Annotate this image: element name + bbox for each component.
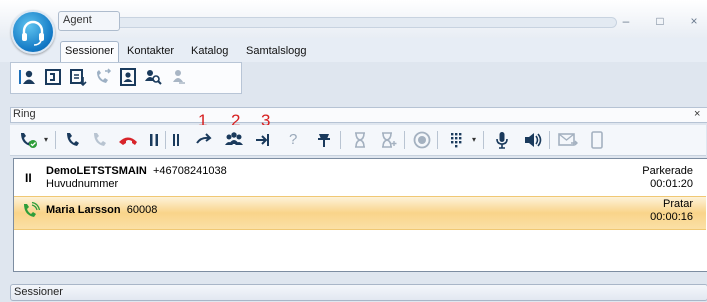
toolbar-divider [404,131,405,149]
contact-card-icon[interactable] [118,67,138,87]
session-name: Maria Larsson [46,204,121,216]
phone-panel-icon[interactable] [43,67,63,87]
close-button[interactable]: × [685,14,703,28]
toolbar-divider [483,131,484,149]
redial-icon[interactable] [90,130,110,150]
session-name: DemoLETSTSMAIN [46,165,147,177]
maximize-button[interactable]: □ [651,14,669,28]
ring-panel-header [10,107,707,123]
minimize-button[interactable]: – [617,14,635,28]
conference-icon[interactable] [223,130,243,150]
search-person-icon[interactable] [143,67,163,87]
session-status: Pratar [663,198,693,210]
toolbar-divider [340,131,341,149]
help-icon[interactable]: ? [289,131,297,148]
talking-phone-icon [21,201,41,221]
timer-icon[interactable] [350,130,370,150]
session-caller: Maria Larsson 60008 [46,204,157,216]
call-icon[interactable] [63,130,83,150]
agent-status-icon[interactable] [18,67,38,87]
tab-sessioner[interactable]: Sessioner [60,41,119,62]
session-timer: 00:01:20 [650,178,693,190]
app-logo-icon [11,10,55,54]
title-bar-track [96,17,617,28]
toolbar-divider [55,131,56,149]
pin-icon[interactable] [314,130,334,150]
tab-samtalslogg[interactable]: Samtalslogg [242,42,311,60]
answer-icon[interactable] [18,130,38,150]
hangup-icon[interactable] [117,130,137,150]
ring-panel-label: Ring [13,108,36,120]
session-caller: DemoLETSTSMAIN +46708241038 [46,165,227,177]
session-number: +46708241038 [152,165,227,177]
ring-panel-close-button[interactable]: × [694,107,700,121]
status-bar [10,284,707,301]
transfer-person-icon[interactable] [168,67,188,87]
consult-transfer-icon[interactable] [253,130,273,150]
toolbar-divider [437,131,438,149]
forward-call-icon[interactable] [93,67,113,87]
tab-kontakter[interactable]: Kontakter [123,42,178,60]
session-subtitle: Huvudnummer [46,178,119,190]
tab-katalog[interactable]: Katalog [187,42,232,60]
hold-icon[interactable] [144,130,164,150]
mobile-icon[interactable] [587,130,607,150]
timer-add-icon[interactable] [378,130,398,150]
message-icon[interactable] [557,130,578,150]
app-name-label: Agent [58,11,120,31]
parked-icon: II [25,171,32,185]
session-timer: 00:00:16 [650,211,693,223]
record-icon[interactable] [412,130,432,150]
toolbar-divider [549,131,550,149]
status-bar-label: Sessioner [14,286,63,298]
answer-dropdown-icon[interactable]: ▾ [44,135,48,144]
mute-microphone-icon[interactable] [492,130,512,150]
dialpad-icon[interactable] [446,130,466,150]
transfer-icon[interactable] [194,130,214,150]
session-status: Parkerade [642,165,693,177]
session-number: 60008 [126,204,158,216]
dialpad-dropdown-icon[interactable]: ▾ [472,135,476,144]
report-icon[interactable] [68,67,88,87]
speaker-icon[interactable] [522,130,542,150]
pause-icon[interactable] [166,130,186,150]
